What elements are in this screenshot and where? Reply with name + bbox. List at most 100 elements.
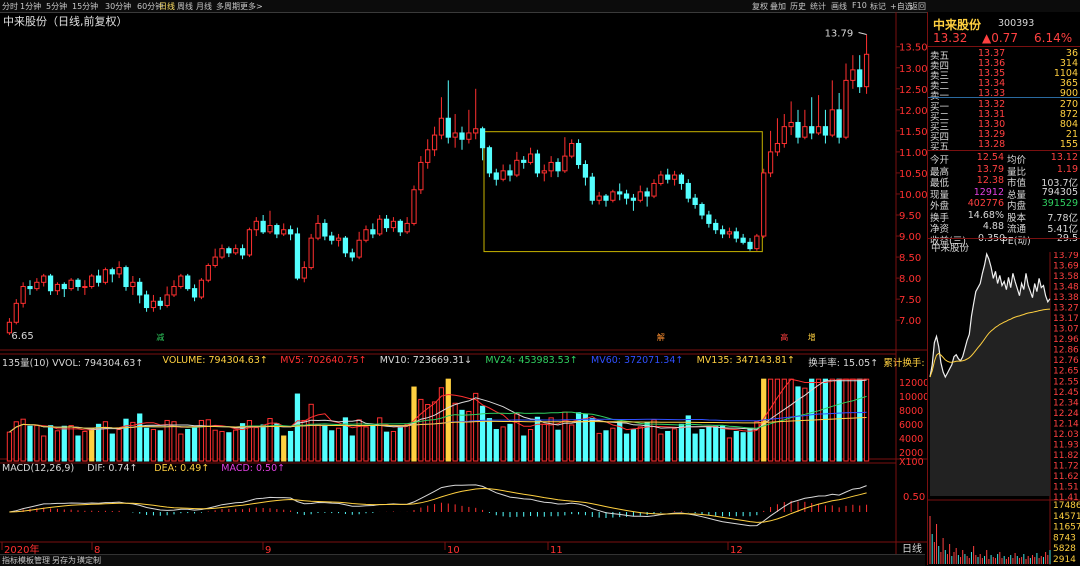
- volume-bar-40: [281, 435, 287, 462]
- stats-value-b-4: 391529: [1041, 198, 1078, 209]
- volume-bar-90: [623, 433, 630, 462]
- toolbar-item-0[interactable]: 分时: [2, 1, 18, 12]
- candle-125: [863, 53, 870, 88]
- volume-legend-item-5: MV60: 372071.34↑: [591, 355, 684, 366]
- candle-124: [857, 69, 863, 88]
- volume-bar-71: [493, 429, 499, 462]
- volume-bar-48: [335, 427, 342, 462]
- indicator-tab-2[interactable]: 管理: [34, 555, 50, 566]
- candle-100: [692, 197, 698, 205]
- candle-99: [685, 182, 691, 199]
- volume-bar-82: [569, 424, 575, 462]
- indicator-tab-0[interactable]: 指标: [2, 555, 18, 566]
- mini-price-tick-3: 13.48: [1053, 283, 1079, 293]
- toolbar-item-2[interactable]: 5分钟: [46, 1, 67, 12]
- toolbar-right-item-6[interactable]: 标记: [870, 1, 886, 12]
- toolbar-item-10[interactable]: 更多>: [240, 1, 263, 12]
- candle-102: [706, 214, 712, 224]
- volume-bar-114: [788, 378, 794, 462]
- toolbar-item-3[interactable]: 15分钟: [72, 1, 98, 12]
- volume-bar-6: [47, 425, 54, 462]
- stats-row-6: 净资 4.88 流通 5.41亿: [930, 221, 1080, 235]
- indicator-tab-4[interactable]: 璜定制: [77, 555, 101, 566]
- volume-bar-41: [287, 430, 294, 462]
- low-label: 6.65: [11, 331, 33, 342]
- candle-122: [843, 79, 849, 138]
- candle-118: [815, 126, 822, 134]
- candle-23: [164, 294, 170, 306]
- kline-chart[interactable]: 13.50 13.00 12.50 12.00 11.50 11.00 10.50 10.00…: [0, 12, 927, 565]
- volume-bar-60: [418, 398, 424, 462]
- candle-98: [678, 174, 685, 184]
- candle-2: [20, 286, 26, 304]
- candle-88: [610, 191, 616, 201]
- volume-bar-69: [479, 405, 486, 462]
- toolbar-right-item-8[interactable]: 返回: [910, 1, 926, 12]
- candle-16: [116, 267, 122, 275]
- indicator-tab-3[interactable]: 另存为: [52, 555, 76, 566]
- price-change-pct: 6.14%: [1034, 31, 1073, 45]
- toolbar-item-4[interactable]: 30分钟: [105, 1, 131, 12]
- toolbar-item-9[interactable]: 多周期: [216, 1, 240, 12]
- bid-row-4: 买五 13.28 155: [930, 139, 1080, 153]
- volume-bar-55: [383, 431, 390, 462]
- candle-106: [733, 231, 739, 239]
- toolbar-item-8[interactable]: 月线: [196, 1, 212, 12]
- volume-bar-32: [226, 432, 232, 462]
- candle-50: [349, 252, 355, 258]
- stats-row-0: 今开 12.54 均价 13.12: [930, 152, 1080, 166]
- candle-104: [719, 229, 726, 235]
- candle-65: [452, 132, 458, 138]
- candle-12: [89, 275, 95, 288]
- volume-ma-line-0: [9, 378, 867, 433]
- toolbar-right-item-1[interactable]: 叠加: [770, 1, 786, 12]
- candle-28: [198, 279, 205, 298]
- event-marker-0[interactable]: 减: [156, 332, 164, 342]
- candle-121: [836, 109, 842, 138]
- minute-chart[interactable]: 13.7913.6913.5813.4813.3813.2713.1713.07…: [928, 252, 1080, 565]
- toolbar-right-item-2[interactable]: 历史: [790, 1, 806, 12]
- mini-price-tick-8: 12.96: [1053, 335, 1079, 345]
- candle-96: [665, 174, 671, 180]
- candle-67: [466, 132, 472, 140]
- volume-bar-80: [555, 429, 561, 462]
- stats-row-2: 最低 12.38 市值 103.7亿: [930, 175, 1080, 189]
- toolbar-right-item-0[interactable]: 复权: [752, 1, 768, 12]
- toolbar-item-1[interactable]: 1分钟: [20, 1, 41, 12]
- candle-123: [850, 69, 856, 81]
- toolbar-right-item-5[interactable]: F10: [852, 1, 867, 10]
- candle-110: [761, 172, 767, 237]
- event-marker-1[interactable]: 解: [657, 332, 665, 342]
- indicator-tab-1[interactable]: 模板: [18, 555, 34, 566]
- mini-price-tick-12: 12.55: [1053, 377, 1079, 387]
- volume-bar-98: [678, 423, 685, 462]
- candle-113: [781, 126, 787, 144]
- toolbar-right-item-4[interactable]: 画线: [831, 1, 847, 12]
- volume-bar-45: [315, 423, 321, 462]
- event-marker-3[interactable]: 增: [808, 332, 816, 342]
- volume-bar-112: [774, 378, 781, 462]
- candle-22: [157, 300, 163, 306]
- mini-price-tick-13: 12.45: [1053, 388, 1079, 398]
- price-tick-9: 9.00: [899, 232, 921, 243]
- volume-bar-12: [89, 428, 95, 462]
- candle-92: [637, 191, 643, 201]
- macd-legend-item-2: DEA: 0.49↑: [154, 463, 210, 474]
- volume-bar-44: [308, 403, 314, 462]
- macd-legend-item-0: MACD(12,26,9): [2, 463, 75, 474]
- volume-bar-67: [466, 410, 472, 462]
- toolbar-right-item-3[interactable]: 统计: [810, 1, 826, 12]
- toolbar-item-6[interactable]: 日线: [159, 1, 175, 12]
- candle-40: [281, 229, 287, 235]
- mini-price-tick-4: 13.38: [1053, 293, 1079, 303]
- stats-value-a-2: 12.38: [976, 175, 1004, 186]
- volume-bar-115: [795, 386, 801, 462]
- mini-vol-tick-5: 2914: [1053, 555, 1076, 565]
- volume-bar-125: [863, 378, 870, 462]
- volume-bar-31: [219, 430, 225, 462]
- toolbar-item-7[interactable]: 周线: [177, 1, 193, 12]
- candle-15: [109, 269, 115, 275]
- candle-38: [267, 225, 273, 233]
- event-marker-2[interactable]: 高: [780, 332, 788, 342]
- price-tick-12: 7.50: [899, 295, 921, 306]
